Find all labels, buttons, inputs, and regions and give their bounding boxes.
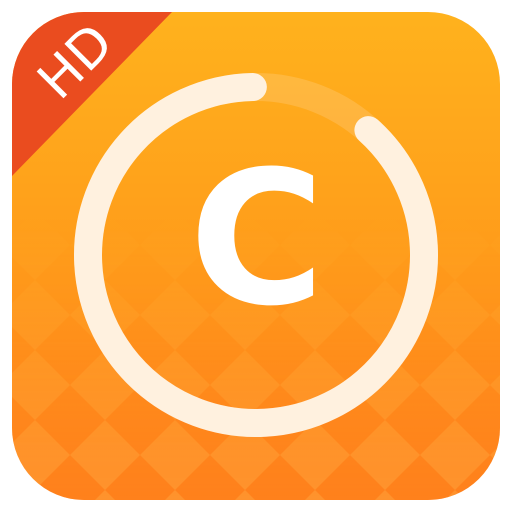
app-icon-stage: HD C [0, 0, 512, 512]
logo-letter: C [189, 131, 325, 347]
icon-body: HD C [12, 12, 500, 500]
app-icon[interactable]: HD C [0, 0, 512, 512]
